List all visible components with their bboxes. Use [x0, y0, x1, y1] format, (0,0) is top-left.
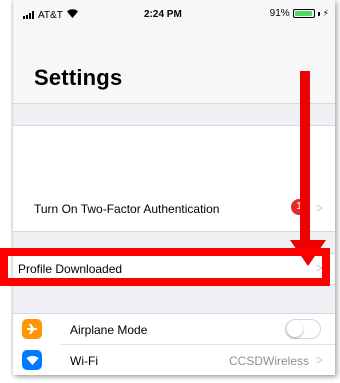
two-factor-label: Turn On Two-Factor Authentication: [34, 202, 220, 216]
phone-screen: AT&T 2:24 PM 91% ⚡ Settings Turn On Two-…: [13, 0, 335, 375]
toggle-knob: [287, 321, 303, 337]
two-factor-row[interactable]: Turn On Two-Factor Authentication 1 >: [13, 179, 335, 231]
battery-tip: [317, 11, 320, 16]
battery-icon: [292, 9, 315, 18]
status-right: 91% ⚡: [270, 8, 329, 19]
connectivity-group: Airplane Mode Wi-Fi CCSDWireless >: [13, 313, 335, 375]
page-title: Settings: [34, 65, 123, 90]
charging-bolt-icon: ⚡: [322, 8, 329, 18]
status-time: 2:24 PM: [144, 9, 182, 20]
carrier-label: AT&T: [38, 9, 63, 21]
annotation-arrow-shaft: [300, 71, 310, 249]
chevron-right-icon: >: [315, 353, 323, 367]
nav-header: Settings: [13, 30, 335, 104]
chevron-right-icon: >: [315, 201, 323, 215]
battery-percent: 91%: [269, 8, 290, 19]
airplane-mode-label: Airplane Mode: [70, 323, 148, 337]
airplane-mode-toggle[interactable]: [285, 319, 321, 339]
signal-bars-icon: [23, 11, 34, 19]
wifi-label: Wi-Fi: [70, 354, 98, 368]
status-left: AT&T: [23, 9, 78, 21]
airplane-mode-row[interactable]: Airplane Mode: [13, 314, 335, 344]
airplane-icon: [22, 319, 42, 339]
apple-id-group: [13, 125, 335, 181]
wifi-network-value: CCSDWireless: [228, 354, 309, 368]
status-bar: AT&T 2:24 PM 91% ⚡: [13, 0, 335, 30]
two-factor-group[interactable]: Turn On Two-Factor Authentication 1 >: [13, 179, 335, 232]
wifi-icon: [66, 9, 78, 21]
wifi-icon: [22, 350, 42, 370]
wifi-row[interactable]: Wi-Fi CCSDWireless >: [13, 345, 335, 375]
annotation-highlight-box: [0, 248, 330, 286]
